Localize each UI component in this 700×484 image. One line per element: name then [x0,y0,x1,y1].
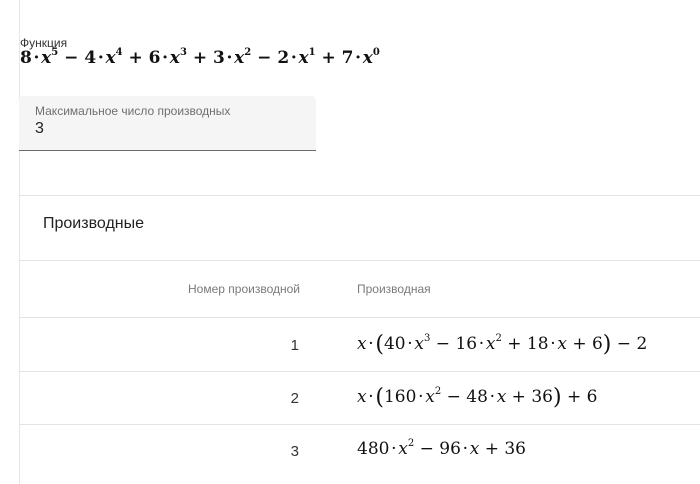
row-number: 3 [290,443,299,460]
column-header-number[interactable]: Номер производной [188,282,300,296]
row-derivative: 480 · x2 − 96 · x + 36 [357,438,526,460]
row-number: 2 [290,390,299,407]
derivatives-title: Производные [43,215,145,232]
max-derivatives-input[interactable] [35,120,295,138]
max-derivatives-field[interactable]: Максимальное число производных [19,96,316,151]
section-divider [19,195,700,196]
table-row-divider [19,424,700,425]
row-derivative: x · (160 · x2 − 48 · x + 36) + 6 [357,385,598,410]
max-derivatives-label: Максимальное число производных [35,104,231,118]
row-number: 1 [290,337,299,354]
function-formula: 8 · x5 − 4 · x4 + 6 · x3 + 3 · x2 − 2 · … [20,47,380,69]
table-top-divider [19,260,700,261]
content-left-border [19,0,20,484]
table-row-divider [19,371,700,372]
row-derivative: x · (40 · x3 − 16 · x2 + 18 · x + 6) − 2 [357,332,648,357]
table-header-divider [19,317,700,318]
column-header-derivative[interactable]: Производная [357,282,431,296]
